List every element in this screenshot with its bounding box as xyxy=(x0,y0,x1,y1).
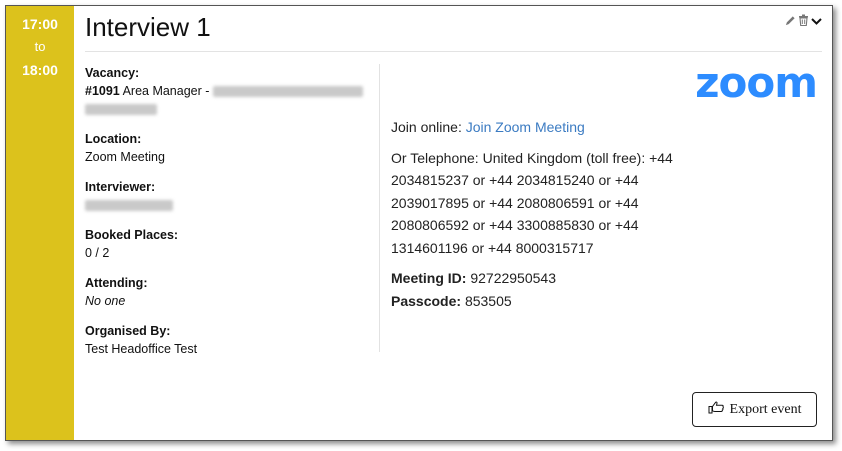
export-event-label: Export event xyxy=(729,401,802,417)
event-title: Interview 1 xyxy=(85,12,211,42)
meeting-info: Join online: Join Zoom Meeting Or Teleph… xyxy=(391,116,681,312)
vacancy-title: Area Manager - xyxy=(122,84,210,98)
organised-by-value: Test Headoffice Test xyxy=(85,342,198,356)
event-card: 17:00 to 18:00 Interview 1 Vacancy: #109… xyxy=(5,5,833,441)
telephone-info: Or Telephone: United Kingdom (toll free)… xyxy=(391,149,673,256)
pencil-icon[interactable] xyxy=(785,15,796,29)
column-divider xyxy=(379,64,380,352)
header-divider xyxy=(85,51,822,52)
vacancy-field: Vacancy: #1091 Area Manager - xyxy=(85,64,379,118)
join-online-label: Join online: xyxy=(391,119,462,135)
time-separator: to xyxy=(34,39,46,54)
vacancy-label: Vacancy: xyxy=(85,66,140,80)
time-bar: 17:00 to 18:00 xyxy=(6,6,74,440)
join-zoom-link[interactable]: Join Zoom Meeting xyxy=(466,119,585,135)
organised-by-label: Organised By: xyxy=(85,324,171,338)
interviewer-field: Interviewer: xyxy=(85,178,379,214)
attending-value: No one xyxy=(85,294,126,308)
meeting-id-label: Meeting ID: xyxy=(391,270,467,286)
end-time: 18:00 xyxy=(22,62,58,78)
passcode-value: 853505 xyxy=(464,292,512,309)
hand-pointing-icon xyxy=(708,401,724,419)
passcode-label: Passcode: xyxy=(391,292,462,309)
attending-field: Attending: No one xyxy=(85,274,379,310)
attending-label: Attending: xyxy=(85,276,148,290)
redacted-text xyxy=(85,200,173,212)
details-column: Vacancy: #1091 Area Manager - Location: … xyxy=(85,64,379,370)
organised-by-field: Organised By: Test Headoffice Test xyxy=(85,322,379,358)
interviewer-value xyxy=(85,196,379,214)
redacted-text xyxy=(85,104,157,116)
vacancy-ref: #1091 xyxy=(85,84,120,98)
location-field: Location: Zoom Meeting xyxy=(85,130,379,166)
export-event-button[interactable]: Export event xyxy=(692,392,817,427)
interviewer-label: Interviewer: xyxy=(85,180,156,194)
vacancy-value: #1091 Area Manager - xyxy=(85,82,379,118)
zoom-logo: zoom xyxy=(695,58,818,107)
trash-icon[interactable] xyxy=(798,14,809,29)
start-time: 17:00 xyxy=(22,16,58,32)
location-label: Location: xyxy=(85,132,142,146)
meeting-id-value: 92722950543 xyxy=(470,270,556,286)
join-online: Join online: Join Zoom Meeting xyxy=(391,116,681,139)
booked-places-value: 0 / 2 xyxy=(85,246,110,260)
event-toolbar xyxy=(785,14,822,29)
meeting-id-row: Meeting ID: 92722950543 xyxy=(391,267,681,290)
passcode-row: Passcode: 853505 xyxy=(391,290,681,313)
chevron-down-icon[interactable] xyxy=(811,14,822,29)
booked-places-label: Booked Places: xyxy=(85,228,179,242)
booked-places-field: Booked Places: 0 / 2 xyxy=(85,226,379,262)
location-value: Zoom Meeting xyxy=(85,150,165,164)
redacted-text xyxy=(212,86,363,98)
